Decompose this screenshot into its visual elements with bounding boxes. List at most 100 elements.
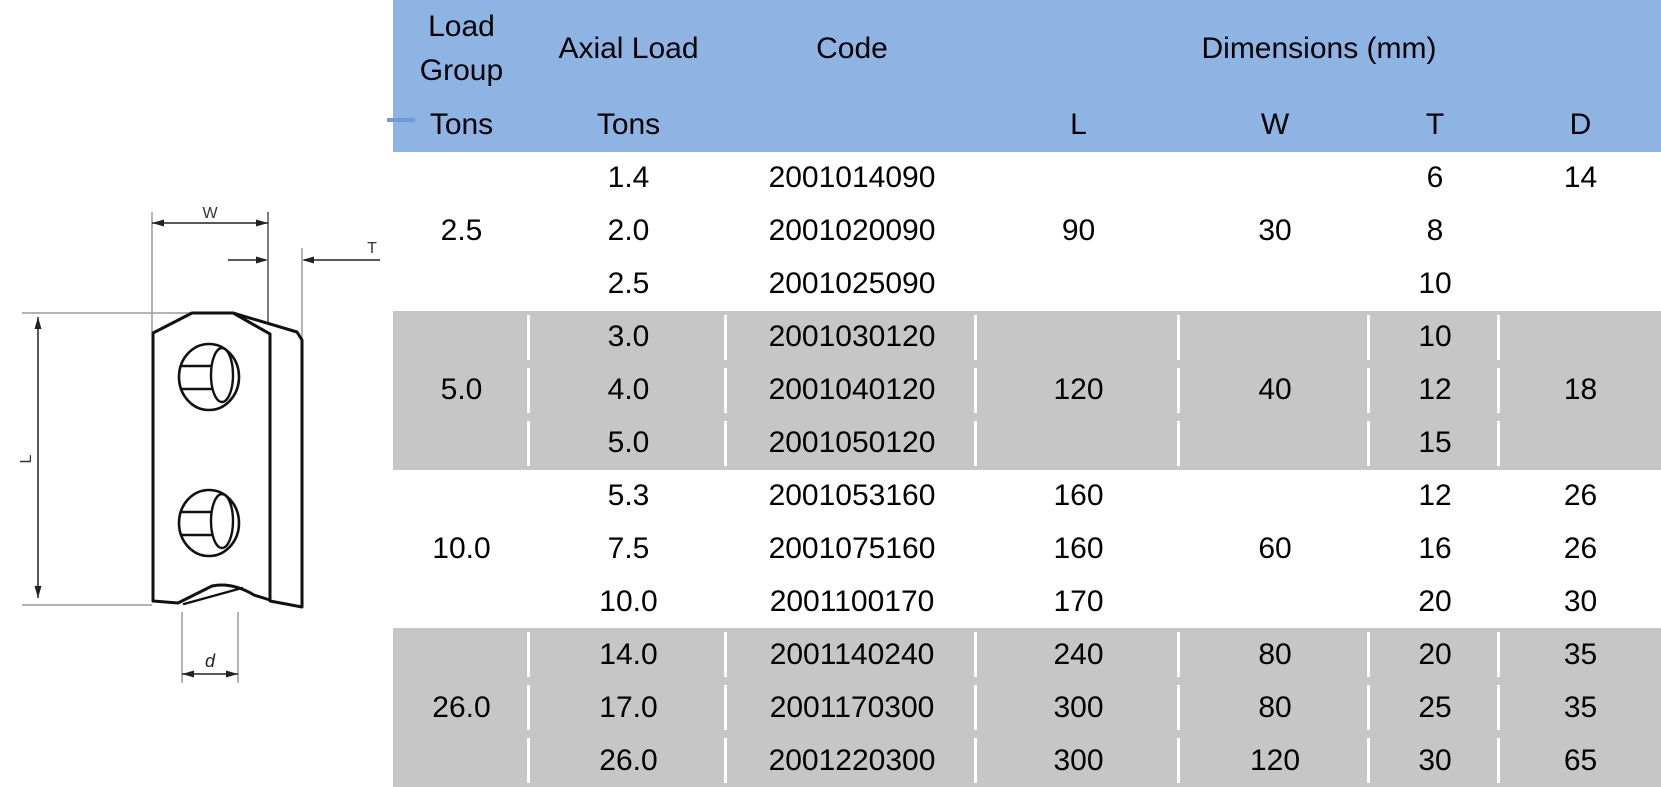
- col-header-D: D: [1500, 97, 1661, 152]
- table-cell: [1500, 311, 1661, 364]
- table-cell: [1180, 258, 1370, 311]
- table-cell: 2.5: [393, 205, 530, 258]
- col-header-code: Code: [727, 0, 977, 97]
- table-cell: [1500, 417, 1661, 470]
- table-cell: 300: [977, 734, 1180, 787]
- table-cell: [393, 628, 530, 681]
- lug-drawing: W T L d: [0, 180, 393, 787]
- table-row: 26.020012203003001203065: [393, 734, 1661, 787]
- table-row: 5.02001050120 15: [393, 417, 1661, 470]
- table-cell: 26: [1500, 522, 1661, 575]
- table-cell: 2001050120: [727, 417, 977, 470]
- table-cell: 18: [1500, 364, 1661, 417]
- upper-hole: [179, 344, 239, 410]
- table-cell: 17.0: [530, 681, 727, 734]
- table-cell: [393, 575, 530, 628]
- table-body: 1.420010140906142.52.02001020090903082.5…: [393, 152, 1661, 787]
- col-header-W: W: [1180, 97, 1370, 152]
- table-cell: 1.4: [530, 152, 727, 205]
- header-edge-mark: [387, 118, 415, 122]
- table-cell: 20: [1370, 575, 1500, 628]
- table-cell: 3.0: [530, 311, 727, 364]
- d-dimension: d: [182, 651, 238, 678]
- table-cell: 14.0: [530, 628, 727, 681]
- table-cell: 60: [1180, 522, 1370, 575]
- table-row: 2.52001025090 10: [393, 258, 1661, 311]
- table-cell: 16: [1370, 522, 1500, 575]
- table-cell: [977, 417, 1180, 470]
- l-label: L: [18, 454, 35, 463]
- t-dimension: T: [228, 240, 380, 264]
- w-label: W: [202, 205, 218, 222]
- table-cell: 35: [1500, 628, 1661, 681]
- table-cell: 10: [1370, 258, 1500, 311]
- table-row: 5.32001053160160 1226: [393, 470, 1661, 523]
- table-cell: 80: [1180, 681, 1370, 734]
- table-cell: 2.0: [530, 205, 727, 258]
- table-cell: 26.0: [530, 734, 727, 787]
- t-label: T: [367, 240, 377, 257]
- lug-part: [153, 313, 302, 607]
- table-cell: 25: [1370, 681, 1500, 734]
- table-cell: 240: [977, 628, 1180, 681]
- table-cell: 14: [1500, 152, 1661, 205]
- table-cell: 5.3: [530, 470, 727, 523]
- table-cell: 2001220300: [727, 734, 977, 787]
- table-cell: 10.0: [530, 575, 727, 628]
- table-cell: [977, 311, 1180, 364]
- table-cell: 12: [1370, 470, 1500, 523]
- lug-drawing-svg: W T L d: [0, 180, 393, 787]
- table-cell: [1180, 470, 1370, 523]
- unit-axial-load-tons: Tons: [530, 97, 727, 152]
- table-cell: 160: [977, 470, 1180, 523]
- col-header-dimensions: Dimensions (mm): [977, 0, 1661, 97]
- table-cell: 2001140240: [727, 628, 977, 681]
- unit-load-group-tons: Tons: [393, 97, 530, 152]
- table-cell: 80: [1180, 628, 1370, 681]
- table-cell: [1180, 417, 1370, 470]
- table-cell: 2001020090: [727, 205, 977, 258]
- table-cell: 300: [977, 681, 1180, 734]
- table-cell: 2001075160: [727, 522, 977, 575]
- table-cell: [393, 470, 530, 523]
- unit-code-blank: [727, 97, 977, 152]
- table-cell: [1500, 258, 1661, 311]
- table-header: Load Group Axial Load Code Dimensions (m…: [393, 0, 1661, 152]
- table-cell: 2001040120: [727, 364, 977, 417]
- table-cell: 12: [1370, 364, 1500, 417]
- table-row: 3.0200103012010: [393, 311, 1661, 364]
- table-cell: 30: [1370, 734, 1500, 787]
- table-cell: 26: [1500, 470, 1661, 523]
- table-cell: 2001100170: [727, 575, 977, 628]
- table-cell: [1180, 152, 1370, 205]
- table-cell: 120: [1180, 734, 1370, 787]
- table-row: 1.42001014090614: [393, 152, 1661, 205]
- table-cell: 2001014090: [727, 152, 977, 205]
- table-cell: 120: [977, 364, 1180, 417]
- table-cell: 4.0: [530, 364, 727, 417]
- table-row: 2.52.0200102009090308: [393, 205, 1661, 258]
- col-header-T: T: [1370, 97, 1500, 152]
- table-cell: 2.5: [530, 258, 727, 311]
- table-cell: 10.0: [393, 522, 530, 575]
- table-cell: 5.0: [393, 364, 530, 417]
- l-dimension: L: [18, 317, 42, 598]
- col-header-L: L: [977, 97, 1180, 152]
- table-cell: 35: [1500, 681, 1661, 734]
- table-cell: 15: [1370, 417, 1500, 470]
- table-cell: [1500, 205, 1661, 258]
- table-cell: [1180, 575, 1370, 628]
- table-row: 26.017.02001170300300802535: [393, 681, 1661, 734]
- table-cell: 2001025090: [727, 258, 977, 311]
- table-cell: 5.0: [530, 417, 727, 470]
- table-cell: [393, 311, 530, 364]
- table-cell: 2001053160: [727, 470, 977, 523]
- col-header-axial-load: Axial Load: [530, 0, 727, 97]
- table-cell: [1180, 311, 1370, 364]
- spec-table: Load Group Axial Load Code Dimensions (m…: [393, 0, 1661, 787]
- table-cell: 170: [977, 575, 1180, 628]
- table-cell: [393, 734, 530, 787]
- table-cell: 30: [1500, 575, 1661, 628]
- table-row: 10.02001100170170 2030: [393, 575, 1661, 628]
- table-cell: 10: [1370, 311, 1500, 364]
